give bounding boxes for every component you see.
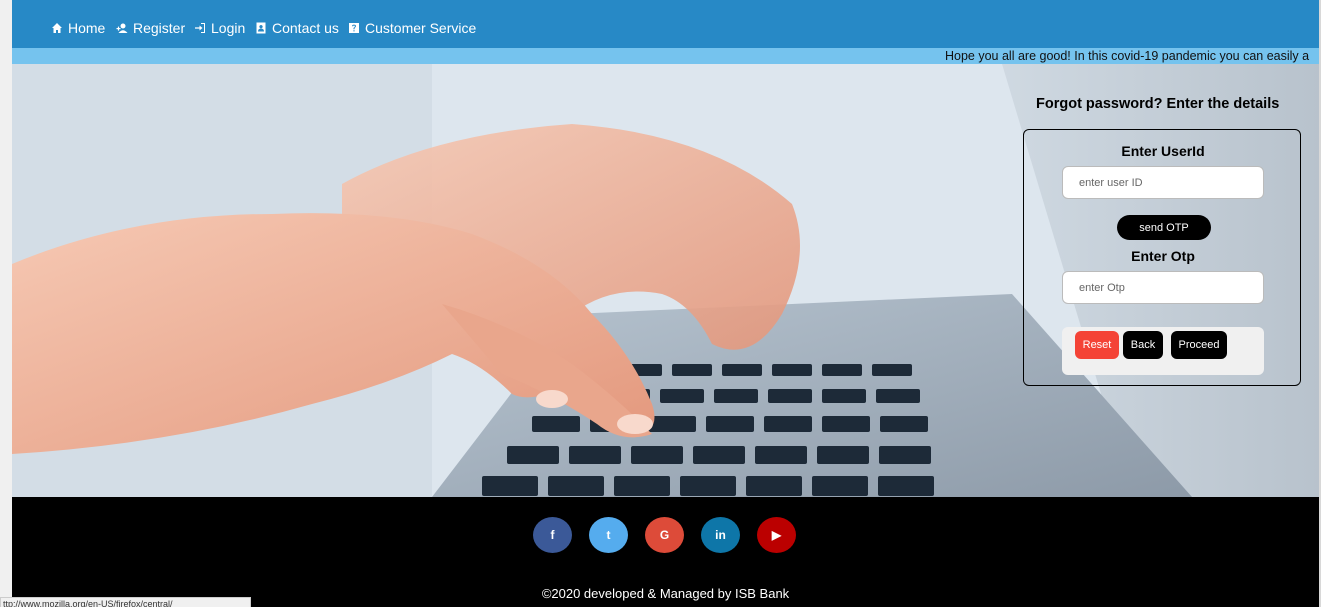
otp-input[interactable] (1062, 271, 1264, 304)
nav-register-label: Register (133, 20, 186, 36)
footer: f t G in ▶ ©2020 developed & Managed by … (12, 497, 1319, 607)
otp-label: Enter Otp (1131, 248, 1195, 264)
facebook-icon[interactable]: f (533, 517, 572, 553)
nav-contact-label: Contact us (272, 20, 339, 36)
nav-login[interactable]: Login (194, 19, 245, 37)
nav-customer-service-label: Customer Service (365, 20, 477, 36)
contact-icon (256, 22, 266, 34)
user-add-icon (116, 23, 128, 33)
help-icon (349, 23, 359, 33)
form-button-group: Reset Back Proceed (1062, 327, 1264, 375)
linkedin-icon[interactable]: in (701, 517, 740, 553)
nav-customer-service[interactable]: Customer Service (348, 19, 476, 37)
nav-register[interactable]: Register (116, 19, 185, 37)
nav-home[interactable]: Home (51, 19, 105, 37)
login-icon (195, 23, 205, 33)
proceed-button[interactable]: Proceed (1171, 331, 1227, 359)
nav-contact[interactable]: Contact us (255, 19, 339, 37)
forgot-password-form: Enter UserId send OTP Enter Otp Reset Ba… (1023, 129, 1301, 386)
twitter-icon[interactable]: t (589, 517, 628, 553)
youtube-icon[interactable]: ▶ (757, 517, 796, 553)
nav-home-label: Home (68, 20, 106, 36)
google-icon[interactable]: G (645, 517, 684, 553)
nav-login-label: Login (211, 20, 246, 36)
form-title: Forgot password? Enter the details (1036, 96, 1280, 112)
reset-button[interactable]: Reset (1075, 331, 1119, 359)
page: Home Register Login Contact us Customer … (12, 0, 1319, 607)
back-button[interactable]: Back (1123, 331, 1163, 359)
announcement-marquee: Hope you all are good! In this covid-19 … (12, 48, 1319, 64)
userid-input[interactable] (1062, 166, 1264, 199)
home-icon (52, 23, 62, 33)
navbar: Home Register Login Contact us Customer … (12, 0, 1319, 48)
send-otp-button[interactable]: send OTP (1117, 215, 1211, 240)
browser-status-bar: ttp://www.mozilla.org/en-US/firefox/cent… (0, 597, 251, 607)
userid-label: Enter UserId (1121, 143, 1205, 159)
marquee-text: Hope you all are good! In this covid-19 … (945, 49, 1310, 63)
